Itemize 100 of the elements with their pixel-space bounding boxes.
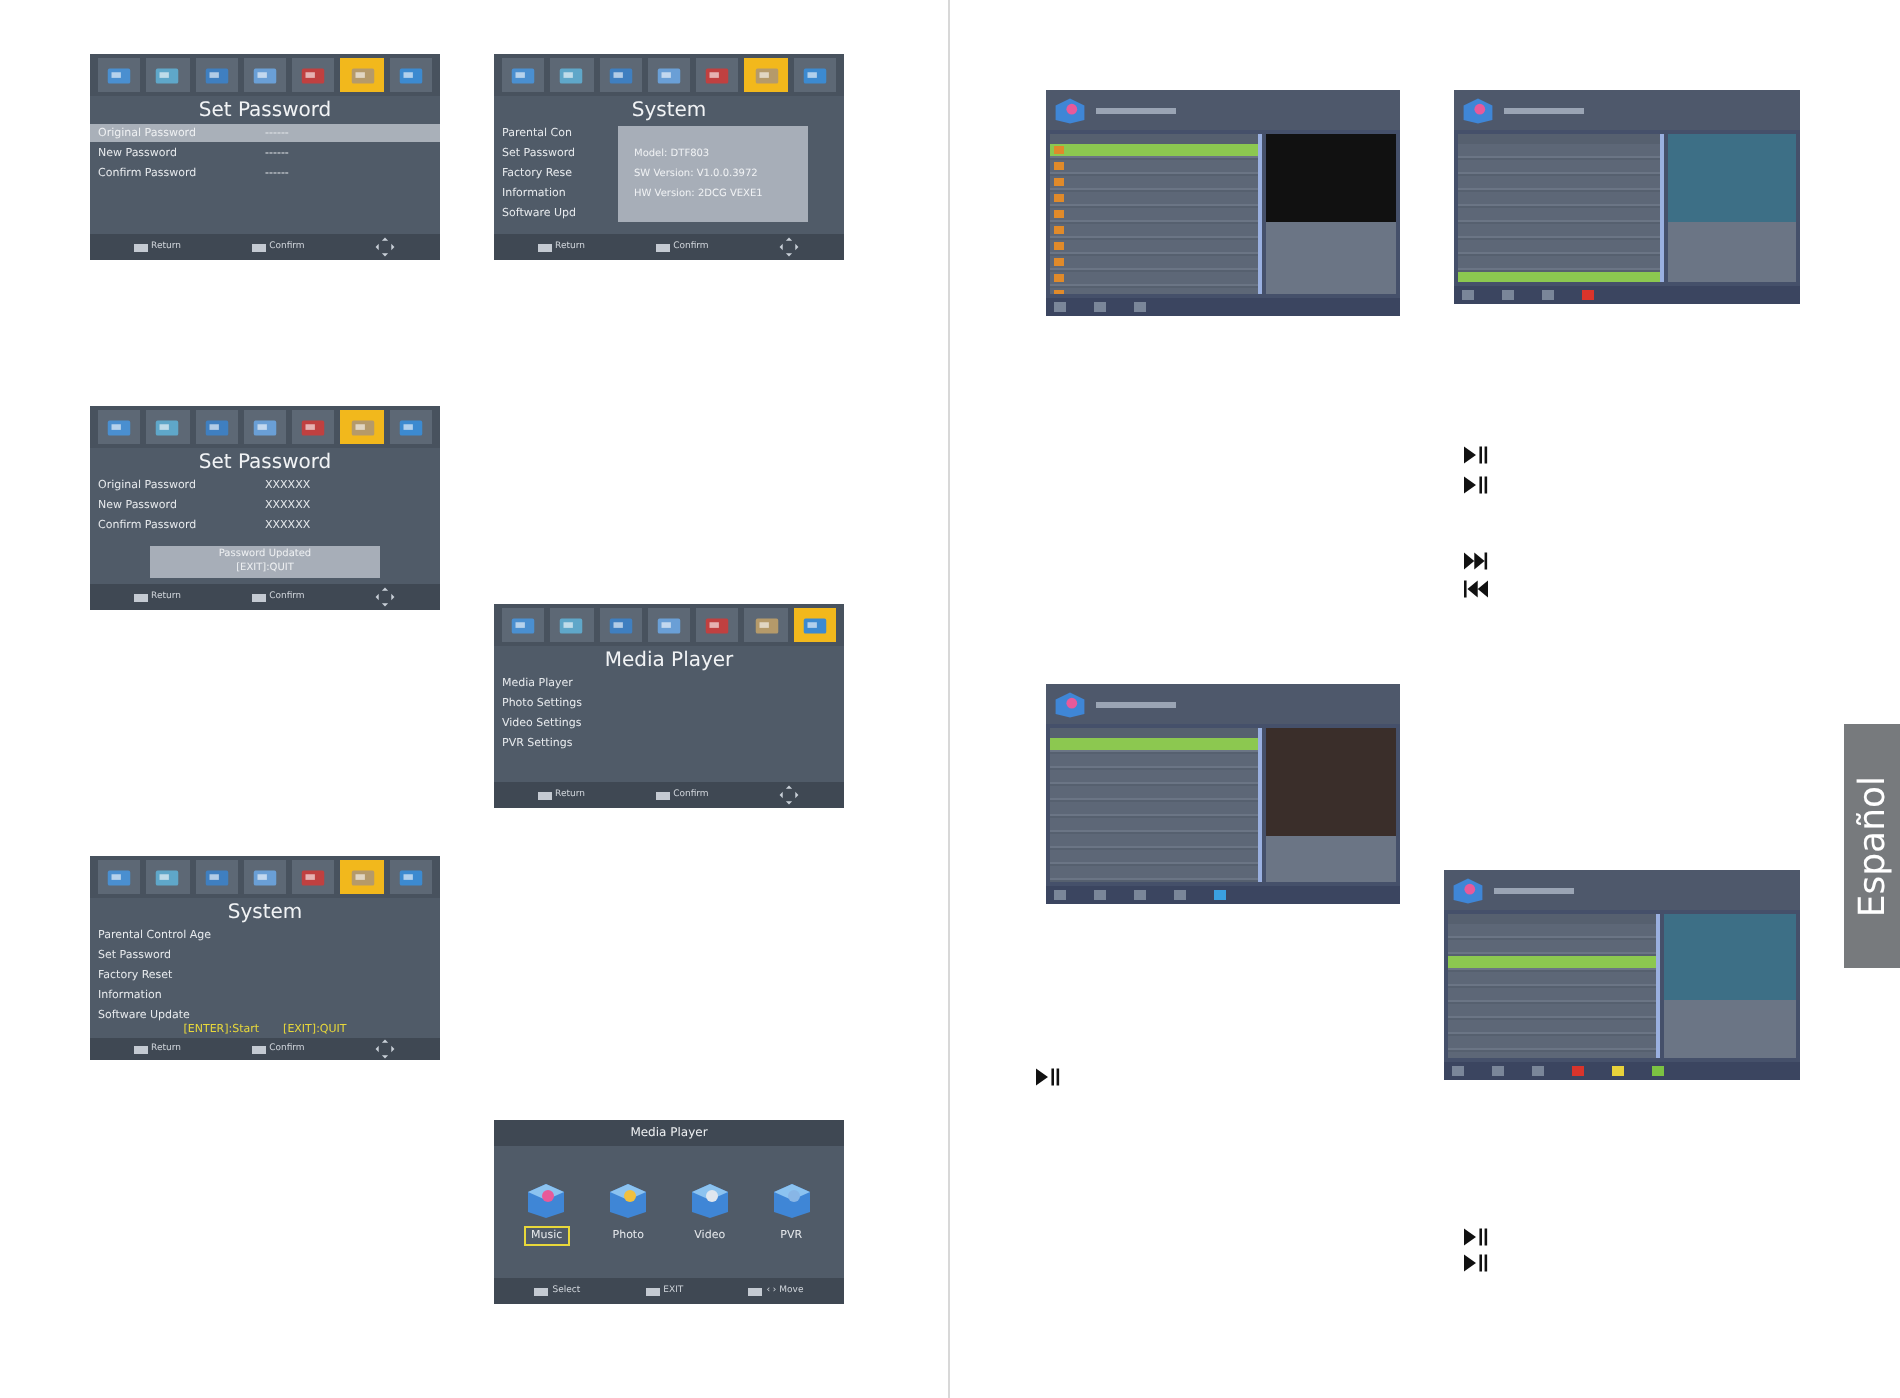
file-row[interactable] bbox=[1050, 802, 1258, 816]
menu-tab[interactable] bbox=[696, 58, 739, 92]
menu-tab-icon bbox=[298, 415, 329, 439]
file-row[interactable] bbox=[1458, 144, 1661, 158]
menu-tab-icon bbox=[201, 415, 232, 439]
file-row[interactable] bbox=[1458, 208, 1661, 222]
menu-tab[interactable] bbox=[647, 608, 691, 642]
menu-tab[interactable] bbox=[292, 860, 335, 894]
remote-key-icon bbox=[133, 243, 148, 251]
menu-tab-icon bbox=[508, 63, 539, 87]
menu-tab[interactable] bbox=[98, 410, 141, 444]
menu-tab[interactable] bbox=[389, 860, 432, 894]
remote-key-icon bbox=[133, 1045, 148, 1053]
photo-placeholder bbox=[1265, 728, 1396, 836]
file-row[interactable] bbox=[1050, 770, 1258, 784]
file-row[interactable] bbox=[1050, 160, 1258, 174]
file-row[interactable] bbox=[1458, 192, 1661, 206]
menu-tab[interactable] bbox=[647, 58, 691, 92]
menu-tab[interactable] bbox=[550, 608, 594, 642]
menu-tab-icon bbox=[395, 415, 426, 439]
file-row[interactable] bbox=[1448, 956, 1657, 970]
file-row[interactable] bbox=[1050, 850, 1258, 864]
file-row[interactable] bbox=[1050, 192, 1258, 206]
file-row[interactable] bbox=[1050, 738, 1258, 752]
play-pause-icon bbox=[1464, 1254, 1488, 1272]
screen-title: System bbox=[629, 98, 709, 124]
menu-tab[interactable] bbox=[292, 410, 335, 444]
menu-tab[interactable] bbox=[243, 58, 287, 92]
menu-tab[interactable] bbox=[146, 58, 190, 92]
menu-tab-icon bbox=[751, 613, 782, 637]
menu-tab-icon bbox=[347, 865, 378, 889]
file-row[interactable] bbox=[1458, 160, 1661, 174]
file-row[interactable] bbox=[1050, 144, 1258, 158]
file-row[interactable] bbox=[1448, 972, 1657, 986]
file-row[interactable] bbox=[1050, 256, 1258, 270]
menu-tab[interactable] bbox=[389, 410, 432, 444]
file-row[interactable] bbox=[1050, 754, 1258, 768]
file-row[interactable] bbox=[1448, 1020, 1657, 1034]
menu-tab-icon bbox=[249, 865, 280, 889]
file-row[interactable] bbox=[1050, 240, 1258, 254]
file-row[interactable] bbox=[1448, 1004, 1657, 1018]
file-row[interactable] bbox=[1050, 834, 1258, 848]
menu-tab-icon bbox=[298, 865, 329, 889]
menu-tab-icon bbox=[201, 865, 232, 889]
menu-tab[interactable] bbox=[550, 58, 594, 92]
menu-tab[interactable] bbox=[243, 860, 287, 894]
file-row[interactable] bbox=[1050, 866, 1258, 880]
menu-tab[interactable] bbox=[195, 58, 238, 92]
screen-title: System bbox=[225, 900, 305, 926]
remote-key-icon bbox=[251, 243, 266, 251]
menu-tab[interactable] bbox=[243, 410, 287, 444]
menu-tab[interactable] bbox=[793, 58, 836, 92]
remote-key-icon bbox=[534, 1287, 549, 1295]
menu-tab[interactable] bbox=[696, 608, 739, 642]
menu-tab[interactable] bbox=[389, 58, 432, 92]
file-row[interactable] bbox=[1458, 224, 1661, 238]
menu-tab-icon bbox=[104, 865, 135, 889]
remote-key-icon bbox=[251, 593, 266, 601]
file-row[interactable] bbox=[1448, 940, 1657, 954]
menu-tab-icon bbox=[653, 63, 684, 87]
media-cube-icon bbox=[1460, 95, 1496, 125]
menu-tab[interactable] bbox=[146, 860, 190, 894]
file-row[interactable] bbox=[1050, 272, 1258, 286]
menu-tab[interactable] bbox=[502, 58, 545, 92]
remote-key-icon bbox=[537, 243, 552, 251]
menu-tab[interactable] bbox=[195, 860, 238, 894]
menu-tab-icon bbox=[152, 63, 183, 87]
menu-tab[interactable] bbox=[793, 608, 836, 642]
file-row[interactable] bbox=[1050, 818, 1258, 832]
menu-tab[interactable] bbox=[502, 608, 545, 642]
menu-tab[interactable] bbox=[98, 58, 141, 92]
menu-tab[interactable] bbox=[744, 608, 788, 642]
file-row[interactable] bbox=[1050, 786, 1258, 800]
file-row[interactable] bbox=[1448, 924, 1657, 938]
preview-area bbox=[1265, 134, 1396, 222]
menu-tab[interactable] bbox=[292, 58, 335, 92]
file-row[interactable] bbox=[1458, 176, 1661, 190]
menu-tab[interactable] bbox=[195, 410, 238, 444]
menu-tab-icon bbox=[556, 613, 587, 637]
file-row[interactable] bbox=[1448, 1036, 1657, 1050]
file-row[interactable] bbox=[1458, 256, 1661, 270]
file-row[interactable] bbox=[1050, 176, 1258, 190]
menu-tab-icon bbox=[104, 63, 135, 87]
menu-tab[interactable] bbox=[98, 860, 141, 894]
screen-title: Media Player bbox=[602, 648, 736, 674]
path-bar bbox=[1504, 107, 1584, 113]
previous-track-icon bbox=[1464, 580, 1488, 598]
remote-key-icon bbox=[133, 593, 148, 601]
menu-tab[interactable] bbox=[146, 410, 190, 444]
menu-tab-icon bbox=[751, 63, 782, 87]
menu-tab-icon bbox=[249, 63, 280, 87]
menu-tab-icon bbox=[702, 613, 733, 637]
file-row[interactable] bbox=[1448, 988, 1657, 1002]
menu-tab[interactable] bbox=[599, 608, 642, 642]
file-row[interactable] bbox=[1050, 224, 1258, 238]
path-bar bbox=[1494, 887, 1574, 893]
file-row[interactable] bbox=[1050, 208, 1258, 222]
play-pause-icon bbox=[1464, 476, 1488, 494]
file-row[interactable] bbox=[1458, 240, 1661, 254]
menu-tab[interactable] bbox=[599, 58, 642, 92]
